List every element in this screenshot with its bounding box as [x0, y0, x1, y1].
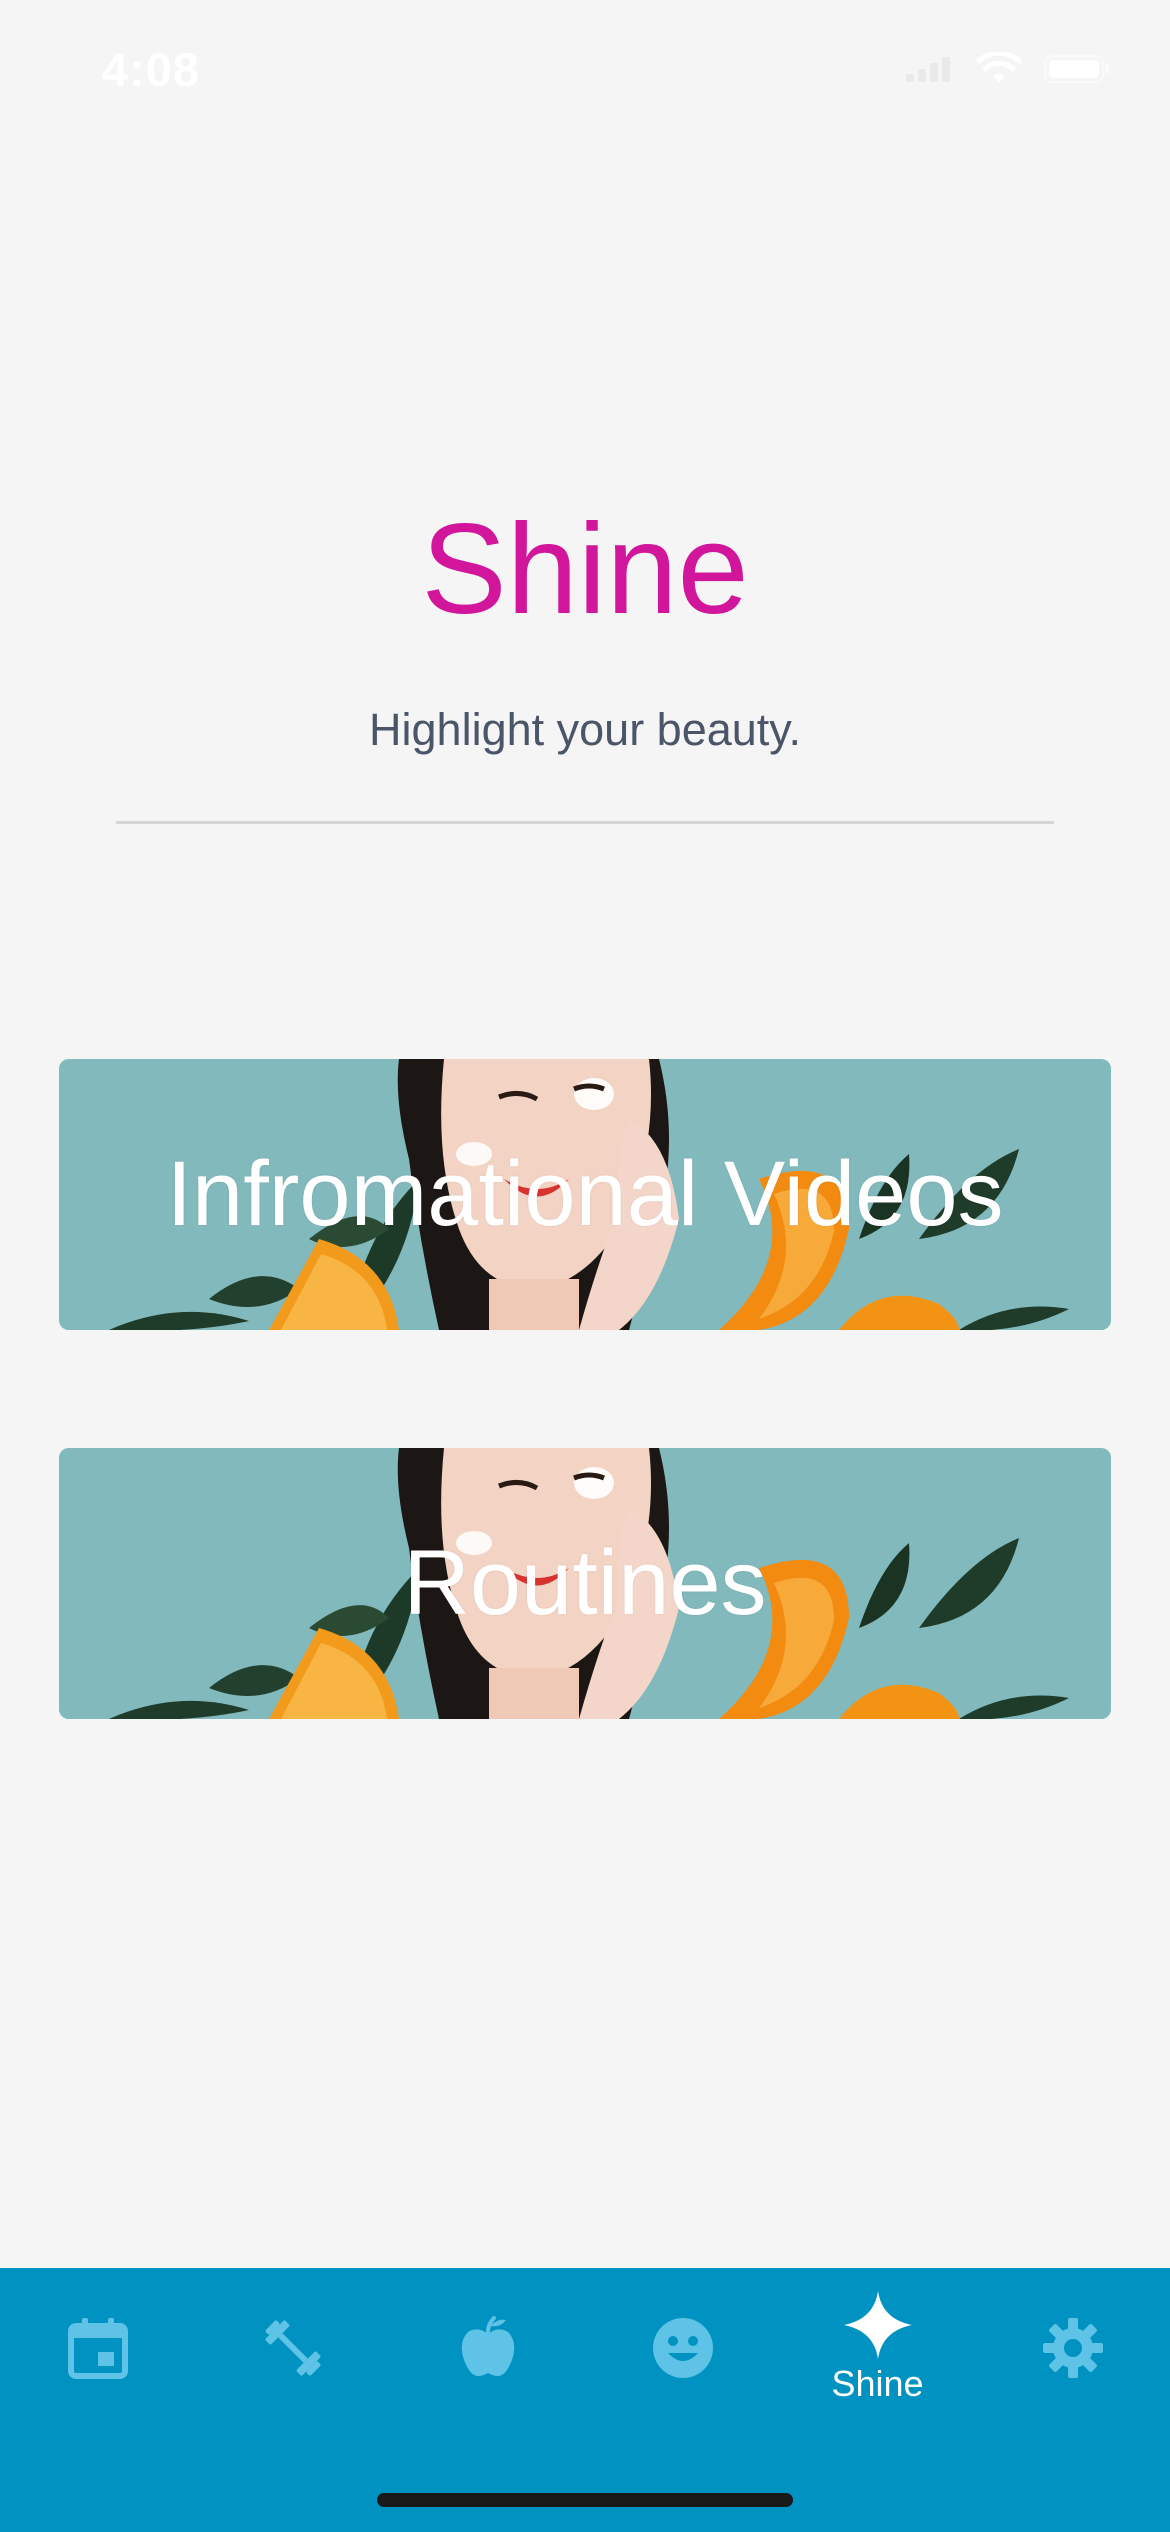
gear-icon	[1042, 2318, 1103, 2378]
tab-mood[interactable]	[585, 2268, 780, 2428]
informational-videos-label: Infromational Videos	[166, 1143, 1004, 1245]
routines-card[interactable]: Routines	[59, 1448, 1111, 1719]
routines-label: Routines	[403, 1532, 767, 1634]
battery-icon	[1044, 55, 1109, 83]
header-divider	[116, 821, 1054, 824]
tab-calendar[interactable]	[0, 2268, 195, 2428]
tab-shine[interactable]: Shine	[780, 2268, 975, 2428]
tab-nutrition[interactable]	[390, 2268, 585, 2428]
home-indicator	[377, 2493, 793, 2507]
page-subtitle: Highlight your beauty.	[369, 704, 801, 755]
page-title: Shine	[421, 498, 749, 641]
status-bar: 4:08	[0, 0, 1170, 140]
shine-screen: 4:08 Shine Highlight your beauty. Infrom…	[0, 0, 1170, 2532]
tab-shine-label: Shine	[831, 2363, 924, 2404]
status-icons	[904, 52, 1110, 86]
tab-settings[interactable]	[975, 2268, 1170, 2428]
tab-workout[interactable]	[195, 2268, 390, 2428]
calendar-icon	[67, 2318, 128, 2379]
wifi-icon	[976, 52, 1022, 83]
status-time: 4:08	[102, 43, 201, 96]
smiley-face-icon	[652, 2318, 713, 2378]
informational-videos-card[interactable]: Infromational Videos	[59, 1059, 1111, 1330]
sparkle-icon	[843, 2291, 912, 2359]
cellular-signal-icon	[906, 57, 950, 82]
apple-icon	[461, 2316, 514, 2376]
dumbbell-icon	[265, 2320, 320, 2376]
